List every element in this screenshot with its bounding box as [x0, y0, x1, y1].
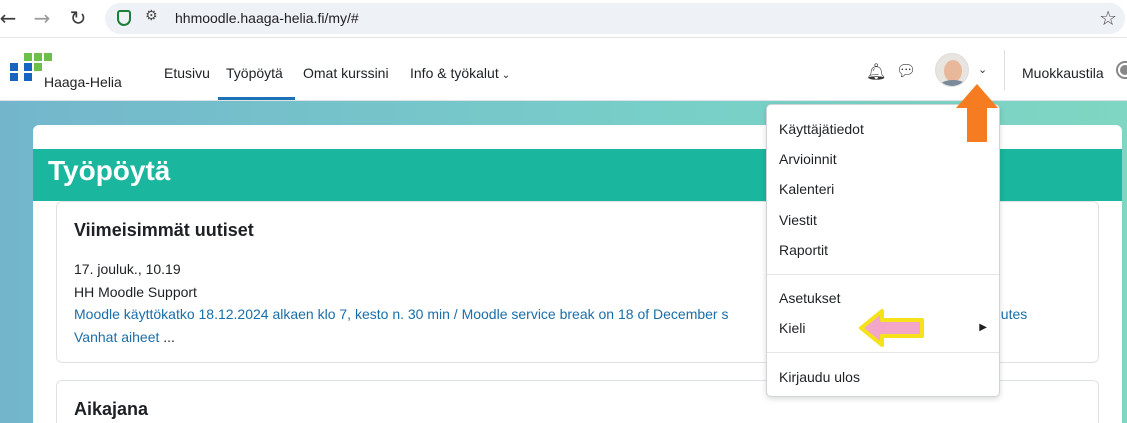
menu-item-grades[interactable]: Arvioinnit — [779, 151, 837, 167]
block-title: Aikajana — [74, 399, 149, 419]
forward-arrow-icon[interactable]: → — [30, 6, 54, 30]
block-title: Viimeisimmät uutiset — [74, 220, 254, 240]
page-title: Työpöytä — [48, 155, 171, 186]
menu-item-preferences[interactable]: Asetukset — [779, 290, 840, 306]
news-date: 17. jouluk., 10.19 — [74, 261, 181, 277]
menu-item-messages[interactable]: Viestit — [779, 212, 817, 228]
edit-mode-toggle[interactable] — [1116, 61, 1127, 79]
news-post-link[interactable]: Moodle käyttökatko 18.12.2024 alkaen klo… — [74, 306, 728, 322]
menu-divider — [767, 352, 999, 353]
menu-item-language[interactable]: Kieli — [779, 320, 805, 336]
user-avatar[interactable] — [935, 53, 969, 87]
address-bar[interactable]: ⚙ hhmoodle.haaga-helia.fi/my/# ☆ — [105, 3, 1125, 34]
orange-arrow-annotation — [956, 84, 998, 142]
menu-item-reports[interactable]: Raportit — [779, 242, 828, 258]
reload-icon[interactable]: ↻ — [66, 6, 90, 30]
news-author: HH Moodle Support — [74, 284, 197, 300]
user-menu-dropdown: Käyttäjätiedot Arvioinnit Kalenteri Vies… — [766, 104, 1000, 397]
menu-item-profile[interactable]: Käyttäjätiedot — [779, 121, 864, 137]
menu-divider — [767, 274, 999, 275]
chat-bubble-icon[interactable]: 💬︎ — [896, 61, 916, 80]
nav-etusivu[interactable]: Etusivu — [164, 65, 210, 81]
caret-right-icon: ▶ — [979, 322, 987, 333]
nav-info-label: Info & työkalut — [410, 65, 499, 81]
back-arrow-icon[interactable]: ← — [0, 6, 20, 30]
logo-square — [24, 53, 32, 61]
edit-mode-label: Muokkaustila — [1022, 65, 1104, 81]
logo-square — [34, 53, 42, 61]
nav-info-tyokalut[interactable]: Info & työkalut ⌄ — [410, 65, 510, 81]
bell-icon[interactable]: 🔔︎ — [866, 62, 886, 81]
chevron-down-icon[interactable]: ⌄ — [978, 63, 987, 76]
browser-toolbar: ← → ↻ ⚙ hhmoodle.haaga-helia.fi/my/# ☆ — [0, 0, 1127, 38]
url-text[interactable]: hhmoodle.haaga-helia.fi/my/# — [175, 10, 359, 26]
shield-icon[interactable] — [117, 10, 131, 26]
logo-square — [10, 73, 18, 81]
menu-item-logout[interactable]: Kirjaudu ulos — [779, 369, 860, 385]
logo-square — [24, 73, 32, 81]
nav-omat-kurssini[interactable]: Omat kurssini — [303, 65, 389, 81]
logo-square — [24, 63, 32, 71]
pink-arrow-annotation — [859, 309, 924, 347]
nav-tyopoyta[interactable]: Työpöytä — [226, 65, 283, 81]
avatar-face — [944, 60, 962, 82]
header-divider — [1004, 50, 1005, 90]
star-icon[interactable]: ☆ — [1099, 6, 1117, 30]
older-topics: Vanhat aiheet ... — [74, 329, 175, 345]
site-settings-icon[interactable]: ⚙ — [145, 8, 158, 24]
menu-item-calendar[interactable]: Kalenteri — [779, 181, 834, 197]
chevron-down-icon: ⌄ — [501, 70, 511, 81]
older-topics-suffix: ... — [159, 329, 175, 345]
logo-square — [10, 63, 18, 71]
logo-square — [44, 53, 52, 61]
older-topics-link[interactable]: Vanhat aiheet — [74, 329, 159, 345]
haaga-helia-logo[interactable]: Haaga-Helia — [10, 53, 125, 90]
logo-text: Haaga-Helia — [44, 74, 122, 90]
active-nav-indicator — [218, 97, 295, 100]
toggle-knob — [1120, 65, 1127, 75]
logo-square — [34, 63, 42, 71]
